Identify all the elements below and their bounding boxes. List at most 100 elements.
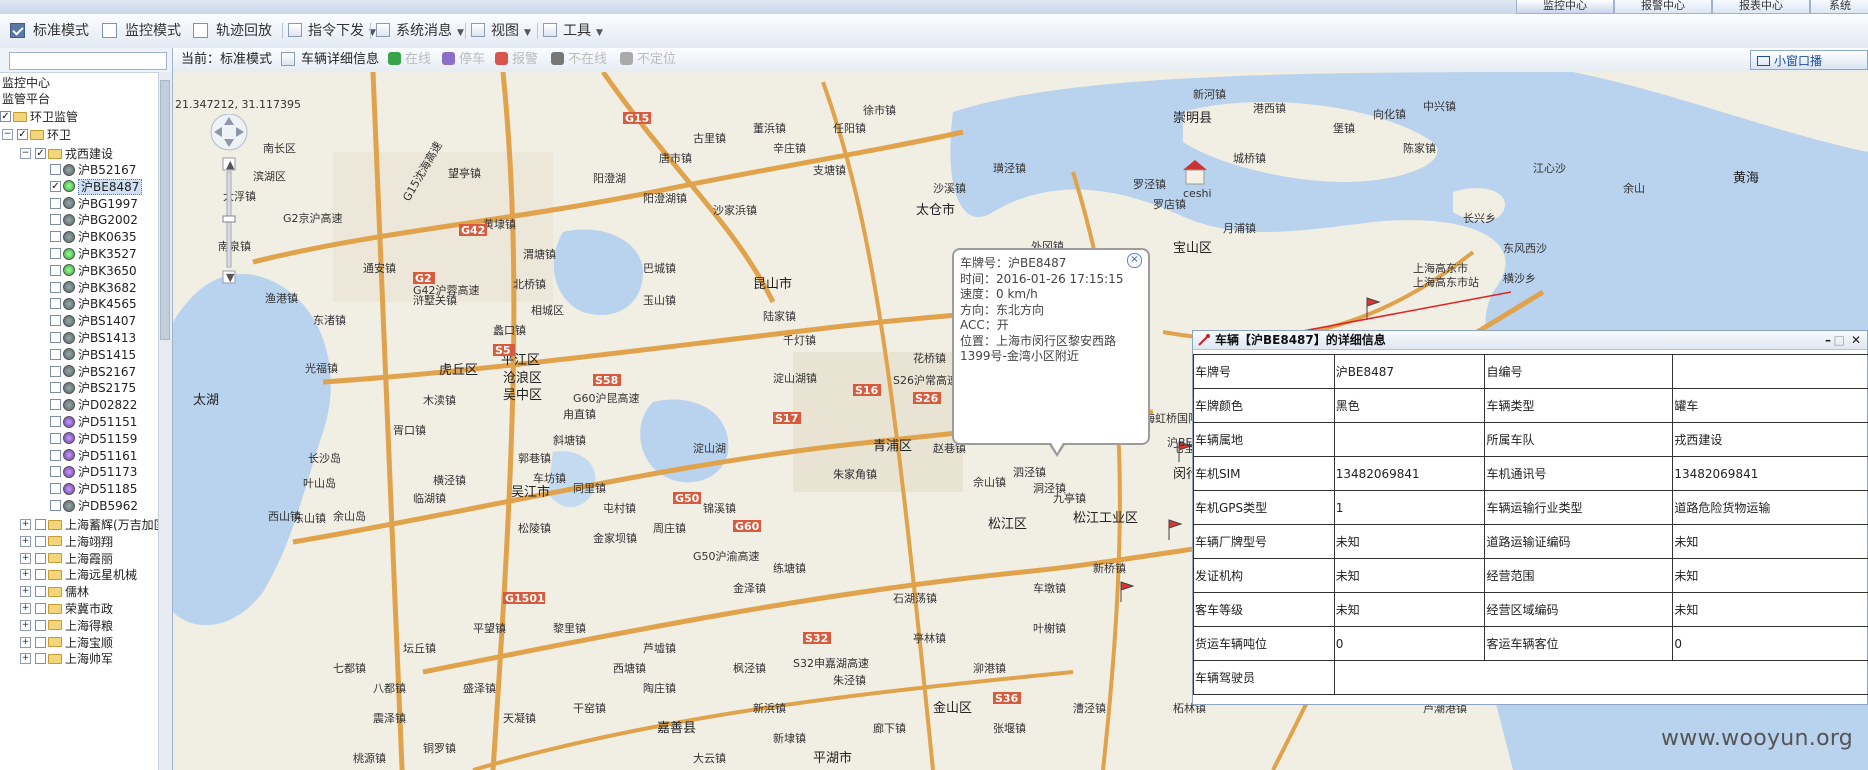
checkbox-icon[interactable] [35,636,46,648]
expand-icon[interactable]: + [20,603,31,614]
tab-monitor-center[interactable]: 监控中心 [1516,0,1614,14]
tools-menu[interactable]: 工具 ▼ [543,14,603,48]
svg-text:黄埭镇: 黄埭镇 [483,217,516,231]
map-nav-control[interactable]: ▲ ▼ [203,113,263,307]
expand-icon[interactable]: + [20,552,31,564]
tree-vehicle-label: 沪BS1415 [78,347,137,362]
checkbox-icon[interactable] [35,569,46,581]
unlocated-filter[interactable]: 不定位 [620,48,676,72]
command-send-menu[interactable]: 指令下发 ▼ [288,14,376,48]
tree-search-input[interactable] [9,52,167,70]
checkbox-icon[interactable] [50,500,61,511]
checkbox-icon[interactable] [50,214,61,226]
expand-icon[interactable]: + [20,636,31,648]
checkbox-checked-icon[interactable]: ✓ [17,129,28,140]
collapse-icon[interactable]: − [2,129,13,140]
tab-system[interactable]: 系统 [1810,0,1868,14]
monitor-mode-toggle[interactable]: 监控模式 [102,14,181,48]
offline-label: 不在线 [568,52,608,67]
svg-text:巴城镇: 巴城镇 [643,261,676,275]
checkbox-icon[interactable] [50,416,61,427]
tree-vehicle-node[interactable]: 沪DB5962 [50,496,138,516]
checkbox-icon[interactable] [35,535,46,547]
checkbox-icon[interactable] [50,164,61,175]
close-icon[interactable]: ✕ [1851,331,1861,349]
svg-text:枫泾镇: 枫泾镇 [733,661,766,675]
detail-title-bar[interactable]: 车辆【沪BE8487】的详细信息 – □ ✕ [1193,331,1867,350]
checkbox-icon[interactable] [50,365,61,377]
online-filter[interactable]: 在线 [388,48,431,72]
close-icon[interactable]: × [1127,253,1142,268]
checkbox-icon[interactable] [50,298,61,310]
checkbox-icon[interactable] [35,586,46,598]
svg-text:北桥镇: 北桥镇 [513,277,546,291]
tree-group-node[interactable]: ✓ 环卫监管 [0,107,78,127]
track-playback-toggle[interactable]: 轨迹回放 [193,14,272,48]
checkbox-icon[interactable] [50,449,61,461]
tree-company-node[interactable]: + 上海帅军 [20,649,113,669]
svg-text:城桥镇: 城桥镇 [1233,151,1266,165]
checkbox-icon[interactable] [35,603,46,614]
checkbox-icon[interactable] [50,315,61,327]
tools-icon [543,23,557,37]
checkbox-checked-icon[interactable]: ✓ [0,111,11,122]
alarm-filter[interactable]: 报警 [495,48,538,72]
checkbox-checked-icon[interactable]: ✓ [35,148,46,159]
checkbox-icon[interactable] [35,552,46,564]
tab-alarm-center[interactable]: 报警中心 [1614,0,1712,14]
checkbox-icon[interactable] [50,281,61,293]
checkbox-icon[interactable] [50,348,61,360]
minimize-icon[interactable]: – [1825,331,1831,349]
tree-scrollbar[interactable] [158,72,172,770]
tree-vehicle-label: 沪BK3682 [78,280,137,295]
expand-icon[interactable]: + [20,519,31,530]
checkbox-icon[interactable] [35,519,46,530]
checkbox-icon[interactable] [35,619,46,631]
svg-text:S16: S16 [855,384,879,397]
expand-icon[interactable]: + [20,653,31,665]
checkbox-icon[interactable] [50,432,61,444]
checkbox-icon[interactable] [50,466,61,478]
tools-label: 工具 [563,23,591,39]
checkbox-icon[interactable] [35,653,46,665]
collapse-icon[interactable]: − [20,148,31,159]
maximize-icon[interactable]: □ [1834,331,1845,349]
checkbox-icon[interactable] [50,332,61,343]
svg-text:月浦镇: 月浦镇 [1223,221,1256,235]
tree-sub-node[interactable]: − ✓ 环卫 [2,125,71,145]
expand-icon[interactable]: + [20,569,31,581]
small-window-button[interactable]: 小窗口播 [1750,50,1868,70]
main-toolbar: 标准模式 监控模式 轨迹回放 指令下发 ▼ 系统消息 ▼ 视图 ▼ 工具 ▼ [0,14,1868,49]
detail-field-value: 罐车 [1672,388,1868,423]
folder-icon [30,129,44,140]
checkbox-icon[interactable] [50,231,61,243]
checkbox-icon[interactable] [50,197,61,209]
standard-mode-toggle[interactable]: 标准模式 [10,14,89,48]
svg-text:G42沪蓉高速: G42沪蓉高速 [413,283,480,297]
tree-platform-node[interactable]: 监管平台 [2,89,50,109]
vehicle-status-icon [63,213,75,226]
detail-field-value: 未知 [1333,524,1486,559]
tab-label: 监控中心 [1543,0,1587,12]
checkbox-icon[interactable] [50,483,61,495]
checkbox-icon[interactable] [50,264,61,276]
vehicle-detail-button[interactable]: 车辆详细信息 [281,48,379,72]
parked-filter[interactable]: 停车 [442,48,485,72]
folder-icon [13,111,27,122]
expand-icon[interactable]: + [20,535,31,547]
pan-zoom-icon[interactable]: ▲ ▼ [203,113,263,304]
checkbox-icon[interactable] [50,248,61,259]
tab-report-center[interactable]: 报表中心 [1712,0,1810,14]
expand-icon[interactable]: + [20,586,31,598]
checkbox-icon[interactable] [50,382,61,394]
popup-speed: 速度：0 km/h [960,287,1038,301]
scrollbar-thumb[interactable] [160,80,170,340]
checkbox-checked-icon[interactable]: ✓ [50,180,61,192]
expand-icon[interactable]: + [20,619,31,631]
view-menu[interactable]: 视图 ▼ [471,14,531,48]
offline-filter[interactable]: 不在线 [551,48,607,72]
svg-text:渔港镇: 渔港镇 [265,291,298,305]
system-message-menu[interactable]: 系统消息 ▼ [376,14,464,48]
svg-text:松陵镇: 松陵镇 [518,521,551,535]
checkbox-icon[interactable] [50,399,61,411]
